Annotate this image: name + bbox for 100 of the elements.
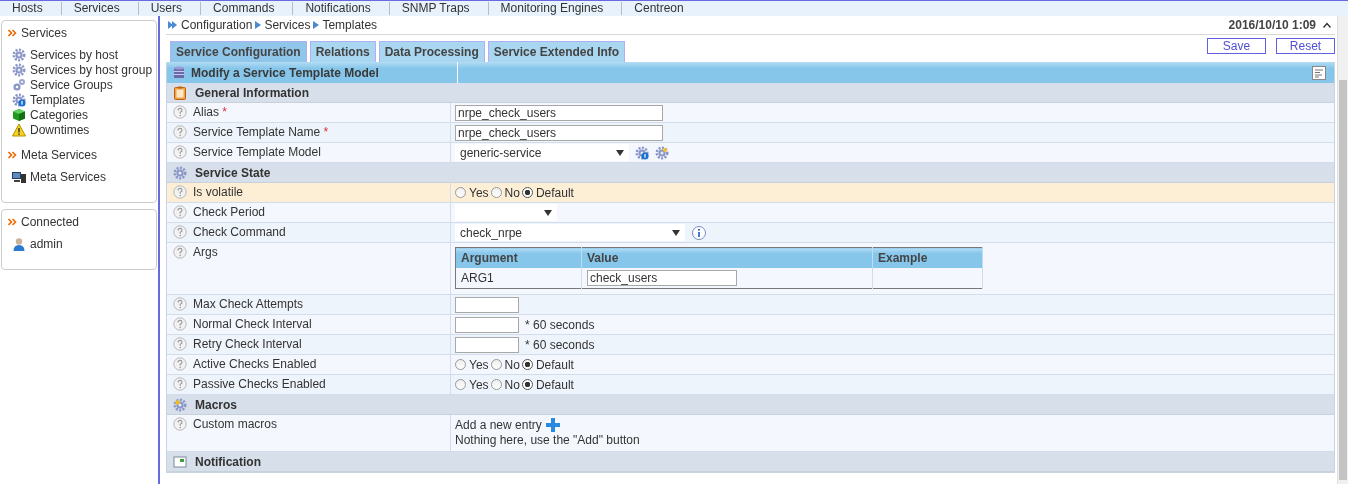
- radio-label[interactable]: Yes: [469, 357, 489, 372]
- radio-label[interactable]: Default: [535, 185, 574, 200]
- menu-item[interactable]: SNMP Traps: [389, 2, 489, 15]
- field-label: Is volatile: [193, 185, 244, 199]
- radio-label[interactable]: No: [504, 377, 520, 392]
- field-label: Active Checks Enabled: [193, 357, 317, 371]
- menu-item[interactable]: Hosts: [0, 2, 62, 15]
- menu-item[interactable]: Monitoring Engines: [488, 2, 623, 15]
- field-label: Retry Check Interval: [193, 337, 302, 351]
- radio-button[interactable]: [455, 359, 466, 370]
- scrollbar[interactable]: [1337, 16, 1348, 484]
- section-title: Service State: [195, 165, 271, 180]
- clipboard-icon: [173, 85, 187, 100]
- help-icon[interactable]: [173, 205, 187, 219]
- info-icon[interactable]: [691, 224, 707, 241]
- sidebar-item[interactable]: admin: [2, 236, 156, 251]
- tab[interactable]: Relations: [309, 41, 376, 62]
- radio-label[interactable]: Default: [535, 377, 574, 392]
- field-label: Check Command: [193, 225, 286, 239]
- caret-icon: [672, 229, 680, 236]
- radio-label[interactable]: No: [504, 185, 520, 200]
- action-button[interactable]: Reset: [1276, 38, 1335, 54]
- field-label: Normal Check Interval: [193, 317, 312, 331]
- field-label: Check Period: [193, 205, 266, 219]
- help-icon[interactable]: [173, 145, 187, 159]
- sidebar-item[interactable]: Services by host group: [2, 62, 156, 77]
- text-field[interactable]: nrpe_check_users: [455, 104, 663, 121]
- tab[interactable]: Service Configuration: [170, 41, 307, 62]
- help-icon[interactable]: [173, 185, 187, 199]
- tab[interactable]: Service Extended Info: [487, 41, 626, 62]
- sidebar-item[interactable]: Downtimes: [2, 122, 156, 137]
- tab[interactable]: Data Processing: [378, 41, 485, 62]
- radio-button[interactable]: [490, 359, 502, 370]
- help-icon[interactable]: [173, 377, 187, 391]
- plus-icon[interactable]: [545, 418, 560, 432]
- form-title: Modify a Service Template Model: [191, 65, 379, 80]
- number-field[interactable]: [455, 316, 519, 333]
- help-icon[interactable]: [173, 297, 187, 311]
- gears-icon: [12, 77, 26, 92]
- sidebar-item[interactable]: Meta Services: [2, 169, 156, 184]
- double-chevron-icon: [8, 151, 17, 159]
- help-icon[interactable]: [173, 337, 187, 351]
- radio-label[interactable]: Yes: [469, 377, 489, 392]
- radio-button[interactable]: [521, 379, 533, 390]
- help-icon[interactable]: [173, 357, 187, 371]
- help-icon[interactable]: [173, 317, 187, 331]
- collapse-icon[interactable]: [1323, 22, 1331, 28]
- menu-item[interactable]: Services: [61, 2, 139, 15]
- column-header: Value: [581, 247, 873, 268]
- radio-label[interactable]: Yes: [469, 185, 489, 200]
- number-field[interactable]: [455, 336, 519, 353]
- help-icon[interactable]: [173, 225, 187, 239]
- sidebar-item[interactable]: Templates: [2, 92, 156, 107]
- help-icon[interactable]: [173, 125, 187, 139]
- breadcrumb-link[interactable]: Services: [264, 18, 311, 32]
- column-header: Example: [872, 247, 983, 268]
- column-header: Argument: [455, 247, 582, 268]
- sidebar-item[interactable]: Categories: [2, 107, 156, 122]
- menu-item[interactable]: Users: [138, 2, 202, 15]
- sidebar-item[interactable]: Services by host: [2, 47, 156, 62]
- help-icon[interactable]: [173, 245, 187, 259]
- help-icon[interactable]: [173, 105, 187, 119]
- menu-item[interactable]: Centreon: [622, 2, 702, 15]
- help-icon[interactable]: [173, 417, 187, 431]
- database-icon: [173, 65, 185, 80]
- list-icon[interactable]: [1312, 65, 1326, 80]
- breadcrumb-link[interactable]: Templates: [322, 18, 378, 32]
- dropdown[interactable]: generic-service: [455, 144, 629, 161]
- number-field[interactable]: [455, 296, 519, 313]
- warning-icon: [12, 122, 26, 137]
- radio-button[interactable]: [521, 359, 533, 370]
- field-label: Custom macros: [193, 417, 278, 431]
- radio-label[interactable]: No: [504, 357, 520, 372]
- menu-item[interactable]: Commands: [201, 2, 294, 15]
- text-field[interactable]: nrpe_check_users: [455, 124, 663, 141]
- radio-button[interactable]: [455, 379, 466, 390]
- gear-info-icon: [12, 92, 26, 107]
- field-label: Service Template Model: [193, 145, 321, 159]
- double-chevron-icon: [8, 29, 17, 37]
- breadcrumb-link[interactable]: Configuration: [181, 18, 253, 32]
- sidebar-item[interactable]: Service Groups: [2, 77, 156, 92]
- action-button[interactable]: Save: [1207, 38, 1266, 54]
- radio-button[interactable]: [490, 379, 502, 390]
- radio-label[interactable]: Default: [535, 357, 574, 372]
- radio-button[interactable]: [521, 187, 533, 198]
- unit-label: * 60 seconds: [525, 337, 595, 352]
- radio-button[interactable]: [455, 187, 466, 198]
- user-icon: [12, 236, 26, 251]
- double-arrow-icon: [168, 21, 178, 29]
- section-title: General Information: [195, 85, 310, 100]
- radio-button[interactable]: [490, 187, 502, 198]
- arrow-icon: [313, 21, 320, 29]
- dropdown[interactable]: check_nrpe: [455, 224, 685, 241]
- menu-item[interactable]: Notifications: [293, 2, 390, 15]
- sidebar-heading: Connected: [21, 215, 80, 229]
- section-title: Notification: [195, 454, 261, 469]
- arrow-icon: [255, 21, 262, 29]
- field-label: Max Check Attempts: [193, 297, 304, 311]
- gear-icon: [12, 47, 26, 62]
- text-field[interactable]: check_users: [587, 270, 737, 286]
